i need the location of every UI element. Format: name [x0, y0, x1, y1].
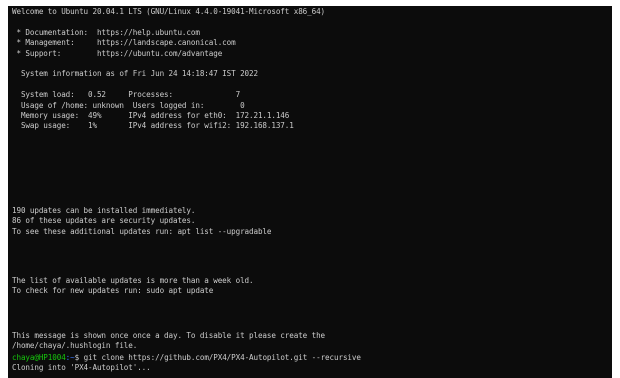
terminal-line: Memory usage: 49% IPv4 address for eth0:… — [12, 111, 290, 120]
terminal-line: /home/chaya/.hushlogin file. — [12, 341, 138, 351]
terminal-line: 190 updates can be installed immediately… — [12, 206, 196, 215]
terminal-line: This message is shown once once a day. T… — [12, 331, 326, 340]
command-output-line: Cloning into 'PX4-Autopilot'... — [12, 363, 151, 373]
terminal-line: System information as of Fri Jun 24 14:1… — [12, 69, 258, 79]
terminal-line: To see these additional updates run: apt… — [12, 226, 272, 236]
terminal-line: Swap usage: 1% IPv4 address for wifi2: 1… — [12, 121, 294, 131]
command-text: git clone https://github.com/PX4/PX4-Aut… — [83, 353, 361, 362]
terminal-line: The list of available updates is more th… — [12, 276, 254, 285]
terminal-line: To check for new updates run: sudo apt u… — [12, 286, 214, 296]
terminal-line: * Support: https://ubuntu.com/advantage — [12, 48, 223, 58]
terminal-line: Welcome to Ubuntu 20.04.1 LTS (GNU/Linux… — [12, 7, 326, 16]
terminal-line: * Documentation: https://help.ubuntu.com — [12, 27, 200, 37]
terminal-line: Usage of /home: unknown Users logged in:… — [12, 100, 245, 110]
terminal-line: System load: 0.52 Processes: 7 — [12, 90, 241, 100]
prompt-user-host: chaya@HP1004 — [12, 353, 66, 362]
terminal-line: * Management: https://landscape.canonica… — [12, 38, 236, 48]
terminal-line: 86 of these updates are security updates… — [12, 216, 196, 226]
terminal-window[interactable]: Welcome to Ubuntu 20.04.1 LTS (GNU/Linux… — [8, 6, 612, 378]
prompt-path: :~ — [65, 353, 75, 362]
prompt-symbol: $ — [74, 353, 84, 362]
command-prompt-line[interactable]: chaya@HP1004:~$ git clone https://github… — [12, 353, 361, 363]
